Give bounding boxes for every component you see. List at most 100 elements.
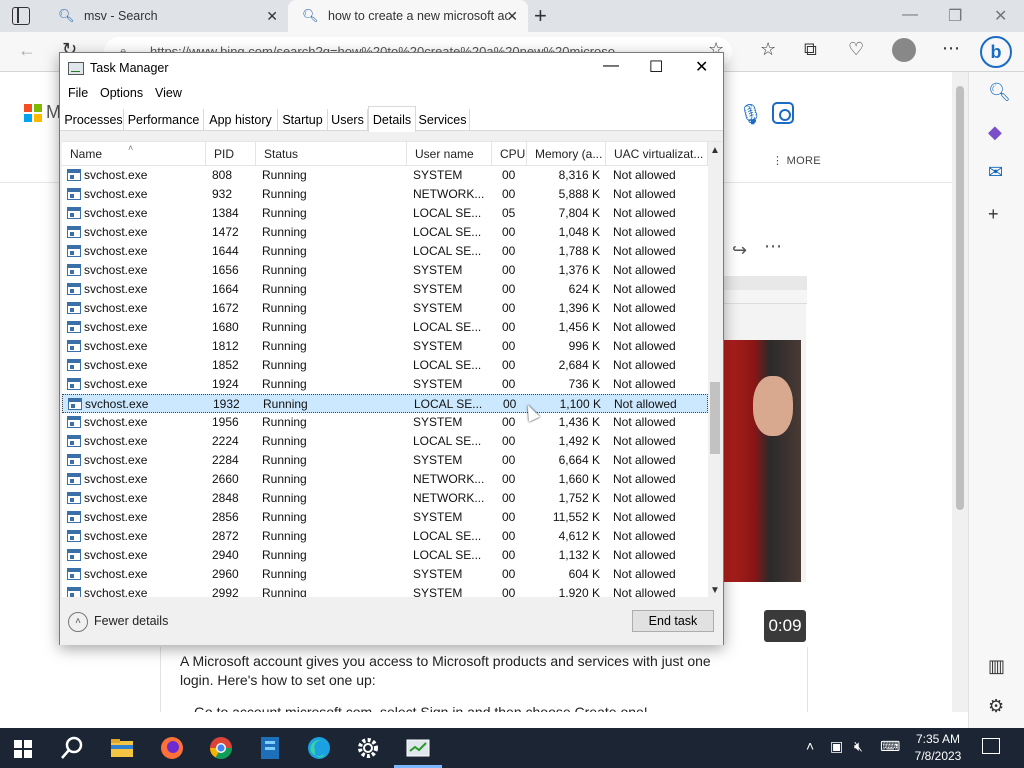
cell-status: Running (262, 225, 307, 239)
copilot-icon[interactable]: ◆ (988, 122, 1002, 143)
browser-essentials-icon[interactable]: ♡ (848, 39, 864, 60)
microsoft-logo-icon[interactable] (24, 104, 42, 122)
table-vertical-scrollbar[interactable]: ▲ ▼ (708, 142, 722, 597)
table-row[interactable]: svchost.exe 808 Running SYSTEM 00 8,316 K Not … (62, 166, 708, 185)
table-row[interactable]: svchost.exe 2992 Running SYSTEM 00 1,920 K Not… (62, 584, 708, 597)
edge-icon[interactable] (305, 734, 333, 762)
search-icon: 🔍︎ (58, 8, 75, 23)
table-row[interactable]: svchost.exe 2960 Running SYSTEM 00 604 K Not a… (62, 565, 708, 584)
app-icon[interactable] (256, 734, 284, 762)
menu-options[interactable]: Options (100, 86, 143, 100)
end-task-button[interactable]: End task (632, 610, 714, 632)
table-row[interactable]: svchost.exe 1656 Running SYSTEM 00 1,376 K Not… (62, 261, 708, 280)
restore-icon[interactable]: ❐ (948, 6, 962, 26)
video-thumbnail[interactable] (722, 276, 807, 582)
start-button[interactable] (14, 740, 32, 758)
table-row[interactable]: svchost.exe 2660 Running NETWORK... 00 1,660 … (62, 470, 708, 489)
add-icon[interactable]: + (988, 204, 999, 225)
settings-gear-icon[interactable] (354, 734, 382, 762)
tab-services[interactable]: Services (416, 109, 470, 131)
firefox-icon[interactable] (158, 734, 186, 762)
volume-muted-icon[interactable]: 🔇︎ (854, 738, 863, 755)
table-row[interactable]: svchost.exe 1924 Running SYSTEM 00 736 K Not a… (62, 375, 708, 394)
maximize-icon[interactable]: ☐ (649, 57, 663, 77)
task-manager-taskbar-icon[interactable] (394, 734, 442, 768)
scroll-up-icon[interactable]: ▲ (710, 145, 720, 156)
close-tab-icon[interactable]: ✕ (266, 8, 278, 25)
new-tab-icon[interactable]: + (534, 3, 547, 29)
column-header-uac[interactable]: UAC virtualizat... (606, 142, 708, 166)
table-row[interactable]: svchost.exe 1672 Running SYSTEM 00 1,396 K Not… (62, 299, 708, 318)
table-row[interactable]: svchost.exe 1384 Running LOCAL SE... 05 7,804… (62, 204, 708, 223)
table-row[interactable]: svchost.exe 1644 Running LOCAL SE... 00 1,788… (62, 242, 708, 261)
search-icon[interactable] (58, 734, 86, 762)
table-row[interactable]: svchost.exe 2848 Running NETWORK... 00 1,752 … (62, 489, 708, 508)
table-row[interactable]: svchost.exe 2872 Running LOCAL SE... 00 4,612… (62, 527, 708, 546)
network-icon[interactable]: ▣ (830, 738, 843, 755)
minimize-icon[interactable]: — (603, 57, 619, 75)
more-options-icon[interactable]: ⋯ (942, 38, 960, 59)
microphone-icon[interactable]: 🎙︎ (738, 102, 763, 127)
menu-file[interactable]: File (68, 86, 88, 100)
system-clock[interactable]: 7:35 AM 7/8/2023 (908, 731, 968, 765)
tab-processes[interactable]: Processes (64, 109, 124, 131)
page-vertical-scrollbar[interactable] (952, 72, 968, 712)
scrollbar-thumb[interactable] (710, 382, 720, 454)
table-row[interactable]: svchost.exe 1680 Running LOCAL SE... 00 1,456… (62, 318, 708, 337)
scroll-down-icon[interactable]: ▼ (710, 585, 720, 596)
column-header-user-name[interactable]: User name (407, 142, 492, 166)
tab-how-to-create-account[interactable]: 🔍︎ how to create a new microsoft acc ✕ (288, 0, 528, 32)
tab-msv-search[interactable]: 🔍︎ msv - Search ✕ (44, 0, 288, 32)
table-row[interactable]: svchost.exe 932 Running NETWORK... 00 5,888 K… (62, 185, 708, 204)
back-arrow-icon[interactable]: ← (18, 40, 36, 61)
tab-performance[interactable]: Performance (124, 109, 204, 131)
tab-actions-icon[interactable] (12, 7, 30, 25)
column-header-status[interactable]: Status (256, 142, 407, 166)
settings-gear-icon[interactable]: ⚙ (988, 696, 1004, 717)
table-row[interactable]: svchost.exe 2856 Running SYSTEM 00 11,552 K No… (62, 508, 708, 527)
table-row[interactable]: svchost.exe 2284 Running SYSTEM 00 6,664 K Not… (62, 451, 708, 470)
sidebar-toggle-icon[interactable]: ▥ (988, 656, 1005, 677)
column-header-cpu[interactable]: CPU (492, 142, 527, 166)
tab-details[interactable]: Details (368, 106, 416, 132)
table-row[interactable]: svchost.exe 1932 Running LOCAL SE... 00 1,100… (62, 394, 708, 413)
visual-search-icon[interactable] (772, 102, 794, 124)
minimize-icon[interactable]: — (902, 6, 918, 24)
table-row[interactable]: svchost.exe 1812 Running SYSTEM 00 996 K Not a… (62, 337, 708, 356)
chrome-icon[interactable] (207, 734, 235, 762)
tab-app-history[interactable]: App history (204, 109, 278, 131)
chevron-up-icon[interactable]: ˄ (68, 612, 88, 632)
table-row[interactable]: svchost.exe 1472 Running LOCAL SE... 00 1,048… (62, 223, 708, 242)
task-manager-titlebar[interactable]: Task Manager — ☐ ✕ (60, 53, 723, 83)
column-header-name[interactable]: Name ˄ (62, 142, 206, 166)
favorites-icon[interactable]: ☆ (760, 39, 776, 60)
tab-startup[interactable]: Startup (278, 109, 328, 131)
fewer-details-link[interactable]: Fewer details (94, 614, 168, 628)
table-row[interactable]: svchost.exe 1956 Running SYSTEM 00 1,436 K Not… (62, 413, 708, 432)
cell-uac: Not allowed (613, 529, 676, 543)
menu-view[interactable]: View (155, 86, 182, 100)
close-icon[interactable]: ✕ (695, 57, 708, 77)
table-row[interactable]: svchost.exe 1664 Running SYSTEM 00 624 K Not a… (62, 280, 708, 299)
table-row[interactable]: svchost.exe 1852 Running LOCAL SE... 00 2,684… (62, 356, 708, 375)
table-row[interactable]: svchost.exe 2940 Running LOCAL SE... 00 1,132… (62, 546, 708, 565)
scrollbar-thumb[interactable] (956, 86, 964, 510)
tab-users[interactable]: Users (328, 109, 368, 131)
notification-icon[interactable] (982, 738, 1000, 754)
more-options-icon[interactable]: ⋯ (764, 236, 782, 257)
close-icon[interactable]: ✕ (994, 6, 1007, 26)
profile-avatar[interactable] (892, 38, 916, 62)
column-header-memory[interactable]: Memory (a... (527, 142, 606, 166)
column-header-pid[interactable]: PID (206, 142, 256, 166)
keyboard-icon[interactable]: ⌨ (880, 738, 900, 755)
share-icon[interactable]: ↪ (732, 240, 747, 261)
more-link[interactable]: ⋮ MORE (772, 154, 821, 167)
table-row[interactable]: svchost.exe 2224 Running LOCAL SE... 00 1,492… (62, 432, 708, 451)
file-explorer-icon[interactable] (108, 734, 136, 762)
search-icon[interactable]: 🔍︎ (988, 82, 1011, 103)
bing-chat-icon[interactable]: b (980, 36, 1012, 68)
close-tab-icon[interactable]: ✕ (506, 8, 518, 25)
outlook-icon[interactable]: ✉ (988, 162, 1003, 183)
collections-icon[interactable]: ⧉ (804, 39, 817, 60)
show-hidden-icons-icon[interactable]: ˄ (806, 738, 814, 754)
